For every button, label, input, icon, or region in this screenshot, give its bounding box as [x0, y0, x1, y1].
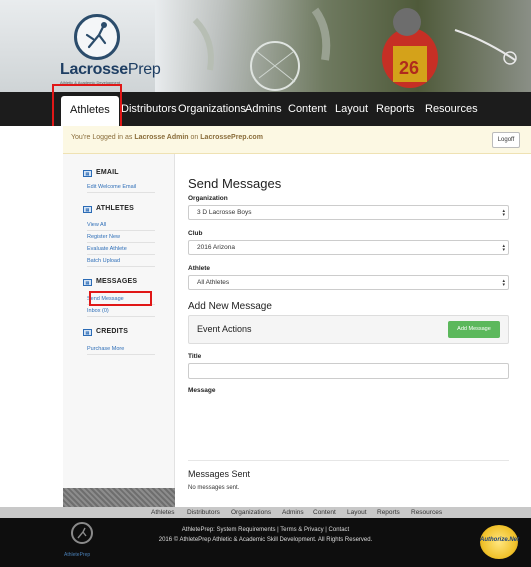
sidebar-item-edit-welcome-email[interactable]: Edit Welcome Email — [87, 184, 155, 193]
highlight-athletes-tab — [52, 84, 122, 128]
id-card-icon: ▤ — [83, 329, 92, 336]
title-input[interactable] — [188, 363, 509, 379]
login-notice-text: You're Logged in as Lacrosse Admin on La… — [71, 134, 263, 141]
message-label: Message — [188, 387, 216, 394]
sidebar-heading-email: ▤ EMAIL — [83, 169, 119, 177]
lacrosse-players-image: 26 — [192, 7, 517, 91]
footer-link-admins[interactable]: Admins — [282, 507, 304, 518]
organization-select[interactable]: 3 D Lacrosse Boys ▴ ▾ — [188, 205, 509, 220]
nav-organizations[interactable]: Organizations — [178, 92, 246, 126]
divider — [188, 460, 509, 461]
club-value: 2016 Arizona — [197, 244, 235, 251]
athlete-select[interactable]: All Athletes ▴ ▾ — [188, 275, 509, 290]
footer-nav: Athletes Distributors Organizations Admi… — [0, 507, 531, 518]
nav-resources[interactable]: Resources — [425, 92, 478, 126]
svg-text:26: 26 — [399, 58, 419, 78]
left-gutter — [0, 126, 63, 507]
event-actions-title: Event Actions — [197, 324, 252, 334]
club-label: Club — [188, 230, 203, 237]
nav-content[interactable]: Content — [288, 92, 327, 126]
footer-links[interactable]: AthletePrep: System Requirements | Terms… — [0, 527, 531, 533]
title-label: Title — [188, 353, 202, 360]
footer-link-resources[interactable]: Resources — [411, 507, 442, 518]
authorize-net-text: Authorize.Net — [480, 537, 519, 543]
footer-link-layout[interactable]: Layout — [347, 507, 367, 518]
footer-copyright: 2016 © AthletePrep Athletic & Academic S… — [158, 537, 373, 543]
select-arrows-icon: ▴ ▾ — [502, 278, 505, 288]
footer: AthletePrep AthletePrep: System Requirem… — [0, 518, 531, 567]
sidebar: ▤ EMAIL Edit Welcome Email ▤ ATHLETES View… — [63, 154, 175, 507]
authorize-net-badge[interactable]: Authorize.Net — [480, 525, 519, 559]
sidebar-item-inbox[interactable]: Inbox (0) — [87, 308, 155, 317]
banner-photo: 26 — [155, 0, 531, 92]
footer-logo-text: AthletePrep — [64, 552, 91, 558]
footer-link-reports[interactable]: Reports — [377, 507, 400, 518]
nav-admins[interactable]: Admins — [245, 92, 282, 126]
messages-sent-heading: Messages Sent — [188, 469, 251, 479]
footer-link-organizations[interactable]: Organizations — [231, 507, 271, 518]
messages-sent-empty: No messages sent. — [188, 485, 240, 491]
add-message-button[interactable]: Add Message — [448, 321, 500, 338]
sidebar-item-batch-upload[interactable]: Batch Upload — [87, 258, 155, 267]
club-select[interactable]: 2016 Arizona ▴ ▾ — [188, 240, 509, 255]
header-banner: 26 LacrossePrep Athletic & Academic Deve… — [0, 0, 531, 92]
footer-link-content[interactable]: Content — [313, 507, 336, 518]
login-notice: You're Logged in as Lacrosse Admin on La… — [63, 126, 531, 154]
id-card-icon: ▤ — [83, 206, 92, 213]
select-arrows-icon: ▴ ▾ — [502, 243, 505, 253]
organization-value: 3 D Lacrosse Boys — [197, 209, 252, 216]
id-card-icon: ▤ — [83, 170, 92, 177]
sidebar-item-purchase-more[interactable]: Purchase More — [87, 346, 155, 355]
athlete-value: All Athletes — [197, 279, 230, 286]
sidebar-pattern — [63, 488, 175, 507]
select-arrows-icon: ▴ ▾ — [502, 208, 505, 218]
lacrosse-player-icon — [74, 14, 120, 60]
athlete-label: Athlete — [188, 265, 211, 272]
event-actions-panel: Event Actions Add Message — [188, 315, 509, 344]
footer-link-distributors[interactable]: Distributors — [187, 507, 220, 518]
nav-distributors[interactable]: Distributors — [121, 92, 177, 126]
highlight-send-message — [89, 291, 152, 306]
main-content: Send Messages Organization 3 D Lacrosse … — [175, 154, 531, 507]
logoff-button[interactable]: Logoff — [492, 132, 520, 148]
add-new-message-heading: Add New Message — [188, 301, 272, 312]
sidebar-item-evaluate-athlete[interactable]: Evaluate Athlete — [87, 246, 155, 255]
nav-layout[interactable]: Layout — [335, 92, 368, 126]
brand-logo[interactable]: LacrossePrep Athletic & Academic Develop… — [60, 14, 161, 86]
sidebar-item-view-all[interactable]: View All — [87, 222, 155, 231]
sidebar-heading-credits: ▤ CREDITS — [83, 328, 128, 336]
footer-link-athletes[interactable]: Athletes — [151, 507, 175, 518]
id-card-icon: ▤ — [83, 279, 92, 286]
sidebar-heading-messages: ▤ MESSAGES — [83, 278, 137, 286]
page-title: Send Messages — [188, 176, 282, 191]
sidebar-heading-athletes: ▤ ATHLETES — [83, 205, 134, 213]
nav-reports[interactable]: Reports — [376, 92, 415, 126]
sidebar-item-register-new[interactable]: Register New — [87, 234, 155, 243]
organization-label: Organization — [188, 195, 228, 202]
brand-name: LacrossePrep — [60, 61, 161, 78]
